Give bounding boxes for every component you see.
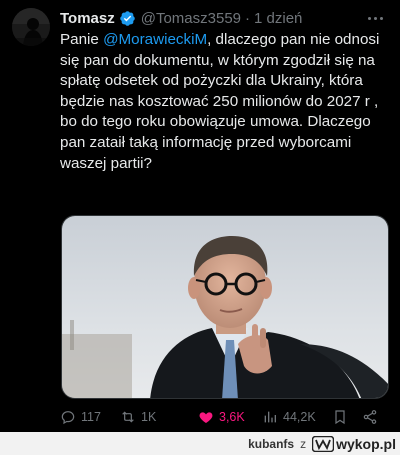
tweet-text-rest: , dlaczego pan nie odnosi się pan do dok… [60,31,380,172]
bookmark-button[interactable] [332,406,362,428]
tweet-actions: 117 1K 3,6K 44,2K [60,406,390,428]
avatar[interactable] [12,8,50,46]
tweet-header: Tomasz @Tomasz3559 · 1 dzień [60,8,392,28]
tweet-card: Tomasz @Tomasz3559 · 1 dzień Panie @Mora… [0,0,400,432]
separator: · [245,9,251,27]
reply-button[interactable]: 117 [60,406,120,428]
reply-icon [61,411,75,425]
retweet-icon [122,411,134,423]
bookmark-icon [335,410,345,425]
retweet-count: 1K [141,410,157,424]
views-button[interactable]: 44,2K [262,406,332,428]
watermark-user: kubanfs [248,436,295,451]
tweet-text: Panie @MorawieckiM, dlaczego pan nie odn… [60,30,394,174]
reply-count: 117 [81,410,101,424]
share-icon [363,410,377,424]
handle[interactable]: @Tomasz3559 [141,10,241,27]
like-button[interactable]: 3,6K [198,406,262,428]
watermark: kubanfs z wykop.pl [248,434,396,453]
tweet-photo[interactable] [61,215,389,399]
share-button[interactable] [362,406,386,428]
more-icon[interactable] [364,8,386,28]
timestamp[interactable]: 1 dzień [254,10,302,27]
tweet-text-start: Panie [60,31,104,48]
watermark-z: z [300,436,307,451]
photo-man-in-suit-icon [62,216,388,398]
wykop-site: wykop.pl [336,435,396,452]
like-count: 3,6K [219,410,245,424]
retweet-button[interactable]: 1K [120,406,198,428]
wykop-logo: wykop.pl [312,435,396,452]
verified-badge-icon [119,10,136,27]
views-chart-icon [264,411,276,423]
views-count: 44,2K [283,410,316,424]
avatar-silhouette-icon [12,8,50,46]
mention-link[interactable]: @MorawieckiM [103,31,207,48]
heart-filled-icon [199,412,213,423]
wykop-logo-icon [312,435,335,452]
wykop-watermark-bar: kubanfs z wykop.pl [0,432,400,455]
display-name[interactable]: Tomasz [60,10,115,27]
